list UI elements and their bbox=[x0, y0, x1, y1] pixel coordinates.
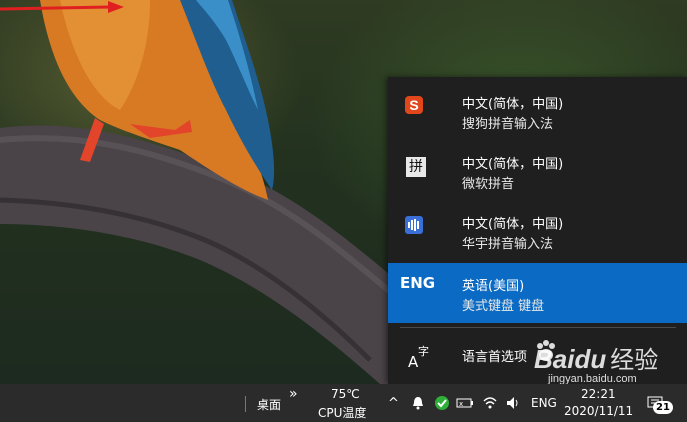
language-item-microsoft-pinyin[interactable]: 拼 中文(简体，中国) 微软拼音 bbox=[388, 137, 687, 197]
input-method-name: 搜狗拼音输入法 bbox=[462, 117, 554, 132]
svg-text:x: x bbox=[459, 400, 463, 408]
huayu-pinyin-icon bbox=[404, 215, 428, 239]
language-item-sogou[interactable]: S 中文(简体，中国) 搜狗拼音输入法 bbox=[388, 77, 687, 137]
clock-time[interactable]: 22:21 bbox=[581, 387, 616, 401]
svg-text:S: S bbox=[409, 97, 418, 113]
desktop-toolbar-button[interactable]: 桌面 bbox=[257, 396, 281, 413]
toolbar-overflow-icon[interactable]: » bbox=[289, 386, 298, 402]
language-name: 中文(简体，中国) bbox=[462, 157, 564, 172]
battery-icon[interactable]: x bbox=[456, 395, 474, 411]
cpu-temperature-value: 75℃ bbox=[331, 387, 360, 401]
volume-icon[interactable] bbox=[505, 395, 521, 411]
sogou-s-icon: S bbox=[404, 95, 428, 119]
microsoft-pinyin-icon: 拼 bbox=[404, 155, 428, 179]
menu-divider bbox=[400, 327, 676, 328]
taskbar-separator bbox=[245, 396, 246, 412]
language-name: 中文(简体，中国) bbox=[462, 97, 564, 112]
red-arrow-annotation bbox=[0, 1, 124, 13]
input-method-name: 美式键盘 键盘 bbox=[462, 299, 545, 314]
language-item-english-us[interactable]: ENG 英语(美国) 美式键盘 键盘 bbox=[388, 263, 687, 323]
input-indicator-button[interactable]: ENG bbox=[531, 396, 557, 410]
input-method-name: 微软拼音 bbox=[462, 177, 515, 192]
language-flyout: S 中文(简体，中国) 搜狗拼音输入法 拼 中文(简体，中国) 微软拼音 中文(… bbox=[388, 77, 687, 384]
tray-app-icon[interactable] bbox=[434, 395, 450, 411]
cpu-temperature-label: CPU温度 bbox=[318, 406, 367, 420]
language-name: 中文(简体，中国) bbox=[462, 217, 564, 232]
baidu-watermark: Bai du 经验 jingyan.baidu.com bbox=[534, 340, 658, 384]
paw-icon bbox=[537, 340, 555, 361]
input-method-name: 华宇拼音输入法 bbox=[462, 237, 554, 252]
action-center-button[interactable]: 21 bbox=[647, 393, 673, 415]
bell-icon[interactable] bbox=[411, 396, 425, 410]
clock-date[interactable]: 2020/11/11 bbox=[564, 404, 633, 418]
desktop-wallpaper: S 中文(简体，中国) 搜狗拼音输入法 拼 中文(简体，中国) 微软拼音 中文(… bbox=[0, 0, 687, 384]
wifi-icon[interactable] bbox=[482, 395, 498, 411]
show-hidden-icons-chevron-icon[interactable]: ^ bbox=[388, 396, 399, 411]
language-code: ENG bbox=[400, 274, 436, 292]
language-preferences-icon: A 字 bbox=[408, 345, 429, 371]
language-item-huayu-pinyin[interactable]: 中文(简体，中国) 华宇拼音输入法 bbox=[388, 197, 687, 257]
notification-count-badge: 21 bbox=[653, 401, 673, 414]
language-preferences-label: 语言首选项 bbox=[462, 350, 528, 365]
language-name: 英语(美国) bbox=[462, 279, 525, 294]
taskbar: 桌面 » 75℃ CPU温度 ^ x ENG 22:21 2020/11/11 … bbox=[0, 384, 687, 422]
